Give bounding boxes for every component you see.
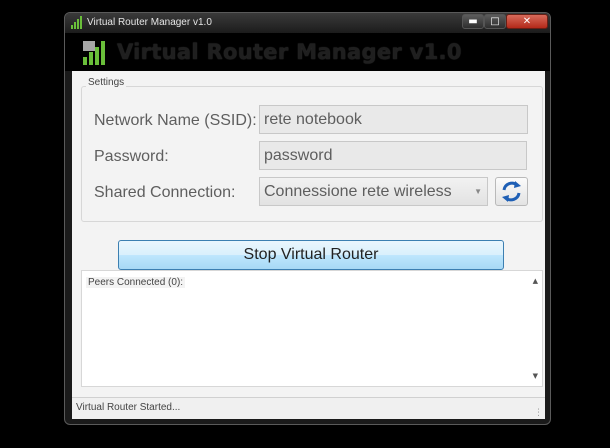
password-label: Password: [94,148,169,165]
scroll-down-icon[interactable]: ▼ [533,372,538,380]
close-button[interactable]: ✕ [506,14,548,29]
refresh-button[interactable] [495,177,528,206]
refresh-icon [502,181,521,202]
shared-connection-value: Connessione rete wireless [264,183,452,200]
shared-connection-label: Shared Connection: [94,184,236,201]
shared-connection-select[interactable]: Connessione rete wireless ▼ [259,177,488,206]
signal-bars-icon [71,16,82,29]
main-panel: Settings Network Name (SSID): rete noteb… [72,71,545,419]
app-window: Virtual Router Manager v1.0 ▬ □ ✕ Virtua… [64,12,551,425]
maximize-icon: □ [490,16,500,27]
stop-router-button[interactable]: Stop Virtual Router [118,240,504,270]
network-name-label: Network Name (SSID): [94,112,257,129]
status-text: Virtual Router Started... [76,402,181,413]
header-title: Virtual Router Manager v1.0 [117,40,462,64]
settings-legend: Settings [86,77,127,88]
chevron-down-icon: ▼ [474,187,482,196]
minimize-icon: ▬ [468,16,478,27]
app-header: Virtual Router Manager v1.0 [65,33,550,71]
app-logo-icon [83,41,105,65]
resize-grip-icon[interactable]: ⋮ [534,408,543,418]
title-bar[interactable]: Virtual Router Manager v1.0 ▬ □ ✕ [65,13,550,33]
minimize-button[interactable]: ▬ [462,14,484,29]
network-name-input[interactable]: rete notebook [259,105,528,134]
window-title: Virtual Router Manager v1.0 [87,17,212,28]
scroll-up-icon[interactable]: ▲ [533,277,538,285]
status-bar: Virtual Router Started... ⋮ [72,397,545,419]
maximize-button[interactable]: □ [484,14,506,29]
close-icon: ✕ [522,16,532,27]
password-input[interactable]: password [259,141,527,170]
peers-label: Peers Connected (0): [86,277,186,288]
